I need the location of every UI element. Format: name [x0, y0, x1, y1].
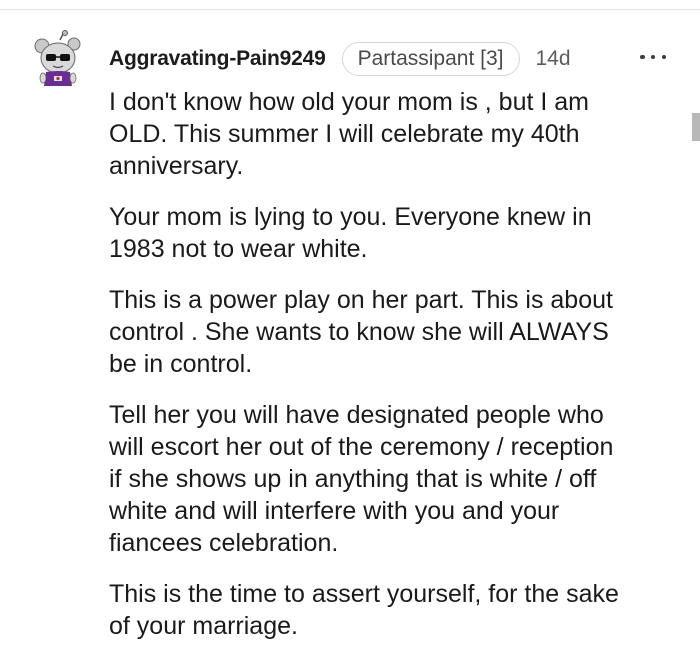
- dot: [661, 54, 666, 60]
- comment-paragraph: I don't know how old your mom is , but I…: [109, 88, 589, 180]
- dot: [640, 54, 645, 60]
- comment-paragraph: This is the time to assert yourself, for…: [109, 580, 619, 640]
- comment: Aggravating-Pain9249 Partassipant [3] 14…: [0, 0, 700, 658]
- snoo-avatar-icon[interactable]: [34, 30, 82, 90]
- timestamp: 14d: [535, 47, 571, 70]
- more-options-icon[interactable]: [640, 44, 666, 70]
- comment-body: I don't know how old your mom is , but I…: [109, 86, 684, 658]
- comment-paragraph: Your mom is lying to you. Everyone knew …: [109, 203, 592, 263]
- user-flair: Partassipant [3]: [341, 42, 520, 76]
- comment-paragraph: This is a power play on her part. This i…: [109, 286, 613, 378]
- comment-paragraph: Tell her you will have designated people…: [109, 401, 614, 557]
- comment-header: Aggravating-Pain9249 Partassipant [3] 14…: [109, 40, 571, 78]
- dot: [650, 54, 656, 60]
- username[interactable]: Aggravating-Pain9249: [109, 47, 326, 71]
